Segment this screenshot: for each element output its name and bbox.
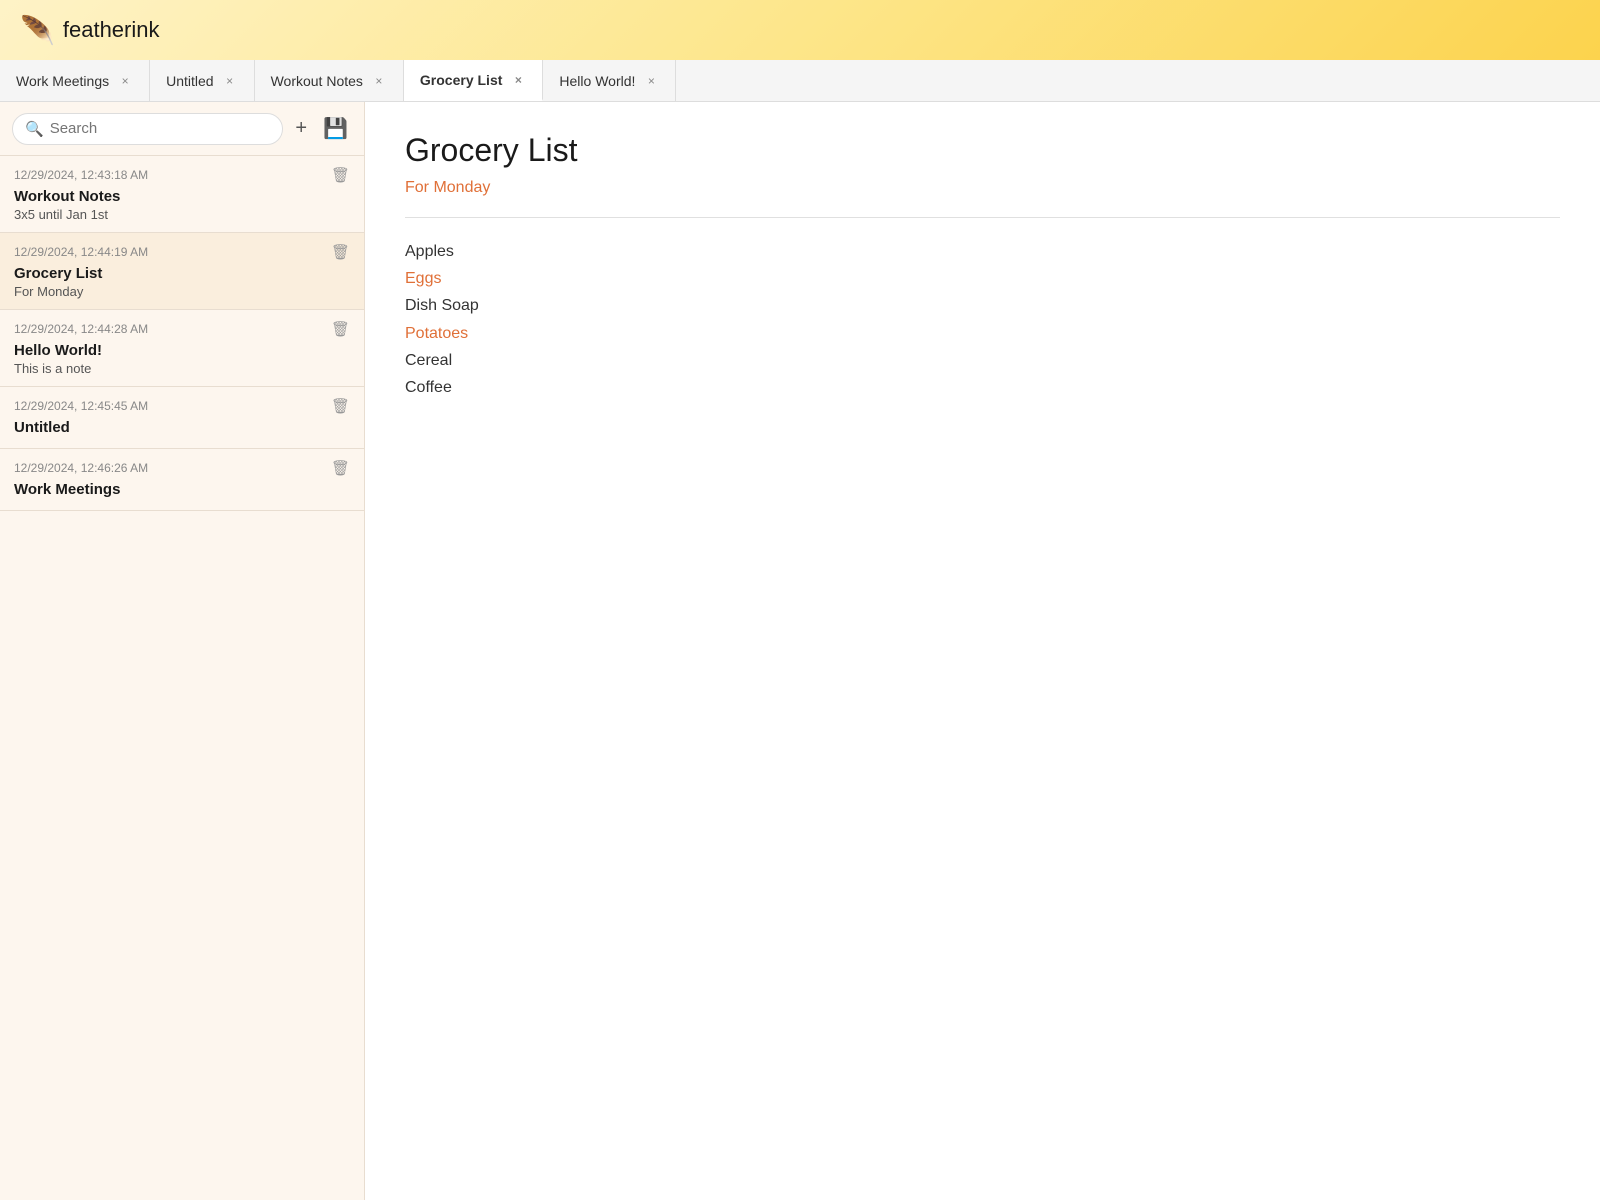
editor-divider [405, 217, 1560, 218]
main-layout: 🔍 + 💾 12/29/2024, 12:43:18 AM 🗑 Workout No… [0, 102, 1600, 1200]
tab-work-meetings[interactable]: Work Meetings × [0, 60, 150, 101]
app-header: 🪶 featherink [0, 0, 1600, 60]
tab-close-workout-notes[interactable]: × [371, 73, 387, 89]
editor-line: Eggs [405, 265, 1560, 292]
save-button[interactable]: 💾 [319, 112, 352, 145]
editor-line: Apples [405, 238, 1560, 265]
editor-line: Coffee [405, 374, 1560, 401]
tab-bar: Work Meetings×Untitled×Workout Notes×Gro… [0, 60, 1600, 102]
app-name: featherink [63, 17, 160, 43]
search-input[interactable] [50, 120, 271, 137]
note-item-work-meetings[interactable]: 12/29/2024, 12:46:26 AM 🗑 Work Meetings [0, 449, 364, 511]
tab-label-work-meetings: Work Meetings [16, 73, 109, 89]
note-delete-work-meetings[interactable]: 🗑 [331, 459, 350, 477]
note-timestamp-workout-notes: 12/29/2024, 12:43:18 AM [14, 168, 148, 182]
search-input-wrap[interactable]: 🔍 [12, 113, 283, 145]
editor-subtitle[interactable]: For Monday [405, 179, 1560, 197]
note-delete-workout-notes[interactable]: 🗑 [331, 166, 350, 184]
tab-label-grocery-list: Grocery List [420, 72, 502, 88]
note-title-grocery-list: Grocery List [14, 265, 350, 282]
tab-close-work-meetings[interactable]: × [117, 73, 133, 89]
note-timestamp-hello-world: 12/29/2024, 12:44:28 AM [14, 322, 148, 336]
note-item-grocery-list[interactable]: 12/29/2024, 12:44:19 AM 🗑 Grocery List For … [0, 233, 364, 310]
tab-untitled[interactable]: Untitled × [150, 60, 254, 101]
note-title-workout-notes: Workout Notes [14, 188, 350, 205]
editor-line: Cereal [405, 347, 1560, 374]
note-timestamp-untitled: 12/29/2024, 12:45:45 AM [14, 399, 148, 413]
tab-label-hello-world: Hello World! [559, 73, 635, 89]
note-item-workout-notes[interactable]: 12/29/2024, 12:43:18 AM 🗑 Workout Notes 3x5… [0, 156, 364, 233]
search-bar: 🔍 + 💾 [0, 102, 364, 156]
tab-label-workout-notes: Workout Notes [271, 73, 363, 89]
tab-grocery-list[interactable]: Grocery List × [404, 60, 543, 101]
tab-workout-notes[interactable]: Workout Notes × [255, 60, 404, 101]
search-icon: 🔍 [25, 120, 44, 138]
app-logo: 🪶 featherink [20, 14, 160, 47]
note-list: 12/29/2024, 12:43:18 AM 🗑 Workout Notes 3x5… [0, 156, 364, 511]
note-delete-untitled[interactable]: 🗑 [331, 397, 350, 415]
logo-icon: 🪶 [20, 14, 55, 47]
note-preview-grocery-list: For Monday [14, 284, 350, 299]
editor-panel: Grocery List For Monday ApplesEggsDish S… [365, 102, 1600, 1200]
note-delete-hello-world[interactable]: 🗑 [331, 320, 350, 338]
note-preview-hello-world: This is a note [14, 361, 350, 376]
note-item-untitled[interactable]: 12/29/2024, 12:45:45 AM 🗑 Untitled [0, 387, 364, 449]
editor-line: Potatoes [405, 320, 1560, 347]
note-preview-workout-notes: 3x5 until Jan 1st [14, 207, 350, 222]
tab-label-untitled: Untitled [166, 73, 213, 89]
note-delete-grocery-list[interactable]: 🗑 [331, 243, 350, 261]
note-timestamp-grocery-list: 12/29/2024, 12:44:19 AM [14, 245, 148, 259]
note-title-hello-world: Hello World! [14, 342, 350, 359]
tab-close-hello-world[interactable]: × [643, 73, 659, 89]
tab-hello-world[interactable]: Hello World! × [543, 60, 676, 101]
note-timestamp-work-meetings: 12/29/2024, 12:46:26 AM [14, 461, 148, 475]
editor-body[interactable]: ApplesEggsDish SoapPotatoesCerealCoffee [405, 238, 1560, 401]
note-title-untitled: Untitled [14, 419, 350, 436]
note-title-work-meetings: Work Meetings [14, 481, 350, 498]
sidebar: 🔍 + 💾 12/29/2024, 12:43:18 AM 🗑 Workout No… [0, 102, 365, 1200]
editor-title[interactable]: Grocery List [405, 132, 1560, 169]
editor-line: Dish Soap [405, 292, 1560, 319]
note-item-hello-world[interactable]: 12/29/2024, 12:44:28 AM 🗑 Hello World! This… [0, 310, 364, 387]
tab-close-grocery-list[interactable]: × [510, 72, 526, 88]
tab-close-untitled[interactable]: × [222, 73, 238, 89]
new-note-button[interactable]: + [291, 113, 311, 144]
